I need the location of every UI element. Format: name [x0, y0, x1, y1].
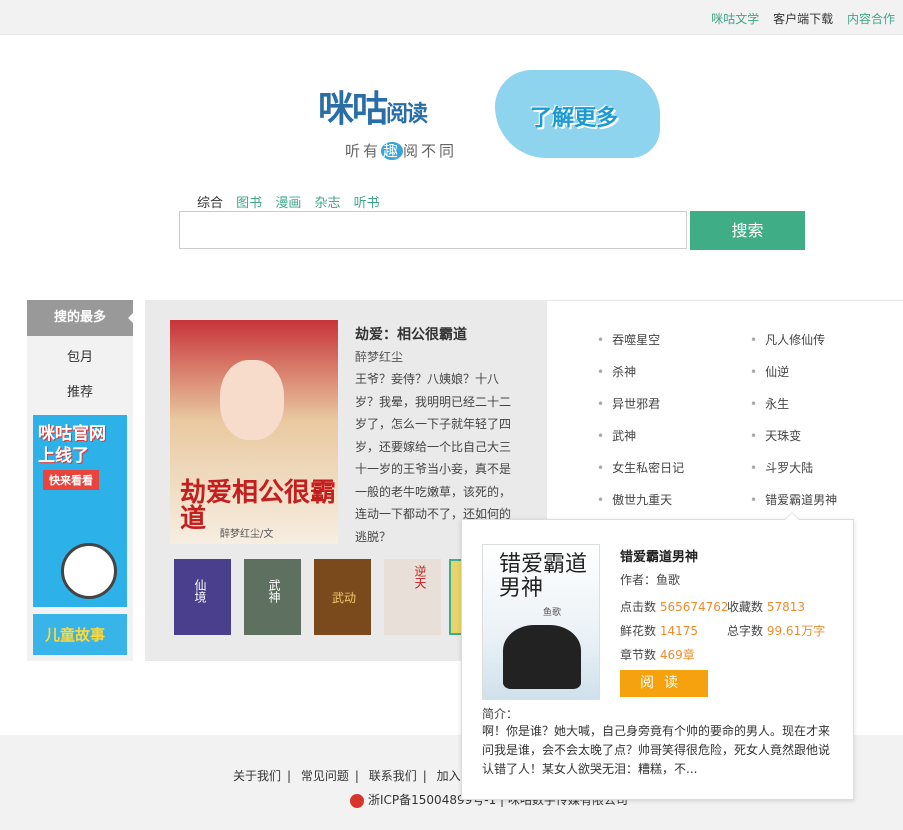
kids-ad-label: 儿童故事 — [45, 626, 106, 644]
thumb-label: 武动 — [332, 591, 357, 605]
popup-book-title[interactable]: 错爱霸道男神 — [620, 546, 698, 565]
ranking-item[interactable]: 错爱霸道男神 — [750, 491, 837, 508]
ranking-item[interactable]: 傲世九重天 — [597, 491, 672, 508]
slogan-part-3: 阅不同 — [403, 142, 458, 160]
clicks-label: 点击数 — [620, 600, 657, 614]
slogan-part-1: 听有 — [345, 142, 382, 160]
book-thumb-1[interactable]: 仙境 — [174, 559, 231, 635]
popup-author[interactable]: 鱼歌 — [656, 573, 680, 587]
top-links: 咪咕文学 客户端下载 内容合作 — [701, 10, 895, 27]
search-input[interactable] — [179, 211, 687, 249]
featured-book-author[interactable]: 醉梦红尘 — [355, 348, 403, 365]
logo-text-brand: 咪咕 — [318, 89, 388, 130]
word-count-label: 总字数 — [727, 624, 764, 638]
thumb-label: 武神 — [267, 579, 281, 603]
book-thumb-4[interactable]: 逆天 — [384, 559, 441, 635]
popup-book-cover[interactable]: 错爱霸道男神 鱼歌 — [482, 544, 600, 700]
footer-link-about[interactable]: 关于我们 — [233, 769, 281, 783]
mascot-icon — [61, 543, 117, 599]
thumb-label: 逆天 — [413, 565, 427, 589]
ranking-item[interactable]: 永生 — [750, 395, 789, 412]
clicks-value: 565674762 — [659, 600, 729, 614]
kids-story-ad-banner[interactable]: 儿童故事 — [33, 614, 127, 655]
search-tab-books[interactable]: 图书 — [236, 196, 262, 211]
favorites-value: 57813 — [766, 600, 806, 614]
popup-word-count: 总字数 99.61万字 — [727, 622, 825, 639]
slogan-part-2: 趣 — [381, 142, 404, 160]
ranking-item[interactable]: 异世邪君 — [597, 395, 660, 412]
thumb-label: 仙境 — [193, 579, 207, 603]
popup-chapters: 章节数 469章 — [620, 646, 695, 663]
flowers-label: 鲜花数 — [620, 624, 657, 638]
learn-more-label: 了解更多 — [530, 106, 619, 131]
popup-favorites: 收藏数 57813 — [727, 598, 805, 615]
word-count-value: 99.61万字 — [766, 624, 826, 638]
ad-line-1: 咪咕官网 — [38, 424, 106, 444]
police-emblem-icon — [350, 793, 364, 808]
ranking-item[interactable]: 仙逆 — [750, 363, 789, 380]
ranking-item[interactable]: 天珠变 — [750, 427, 801, 444]
book-intro: 啊！你是谁？她大喊，自己身旁竟有个帅的要命的男人。现在才来问我是谁，会不会太晚了… — [482, 724, 831, 776]
cover-illustration — [503, 625, 581, 689]
cover-illustration — [220, 360, 284, 440]
logo-text-read: 阅读 — [386, 102, 428, 127]
search-button[interactable]: 搜索 — [690, 211, 805, 250]
popup-author-line: 作者：鱼歌 — [620, 571, 680, 588]
top-link-client-download[interactable]: 客户端下载 — [773, 12, 833, 26]
learn-more-cloud-button[interactable]: 了解更多 — [495, 70, 660, 158]
search-tabs: 综合 图书 漫画 杂志 听书 — [197, 192, 389, 211]
book-detail-popup: 错爱霸道男神 鱼歌 错爱霸道男神 作者：鱼歌 点击数 565674762 收藏数… — [461, 512, 854, 800]
ranking-item[interactable]: 杀神 — [597, 363, 636, 380]
chapters-label: 章节数 — [620, 648, 657, 662]
search-tab-audiobooks[interactable]: 听书 — [354, 196, 380, 211]
popup-cover-author: 鱼歌 — [543, 608, 562, 618]
read-button[interactable]: 阅读 — [620, 670, 708, 697]
ranking-item[interactable]: 武神 — [597, 427, 636, 444]
footer-link-contact[interactable]: 联系我们 — [369, 769, 417, 783]
top-link-content-partner[interactable]: 内容合作 — [847, 12, 895, 26]
search-tab-comics[interactable]: 漫画 — [275, 196, 301, 211]
featured-book-cover[interactable]: 劫爱相公很霸道 醉梦红尘/文 — [170, 320, 338, 544]
ranking-item[interactable]: 女生私密日记 — [597, 459, 684, 476]
official-site-ad-banner[interactable]: 咪咕官网 上线了 快来看看 — [33, 415, 127, 607]
popup-author-label: 作者： — [620, 573, 657, 587]
featured-book-title[interactable]: 劫爱：相公很霸道 — [355, 324, 467, 344]
book-thumb-2[interactable]: 武神 — [244, 559, 301, 635]
book-thumb-3[interactable]: 武动 — [314, 559, 371, 635]
cover-author-text: 醉梦红尘/文 — [220, 529, 274, 540]
footer-link-faq[interactable]: 常见问题 — [301, 769, 349, 783]
top-link-migu-literature[interactable]: 咪咕文学 — [711, 12, 759, 26]
ad-badge: 快来看看 — [43, 470, 99, 490]
popup-clicks: 点击数 565674762 — [620, 598, 729, 615]
chapters-value: 469章 — [659, 648, 695, 662]
top-bar: 咪咕文学 客户端下载 内容合作 — [0, 0, 903, 35]
flowers-value: 14175 — [659, 624, 699, 638]
footer-links: 关于我们| 常见问题| 联系我们| 加入我们 — [233, 767, 485, 784]
logo-slogan: 听有趣阅不同 — [345, 140, 457, 161]
logo[interactable]: 咪咕阅读 — [318, 80, 428, 132]
popup-flowers: 鲜花数 14175 — [620, 622, 698, 639]
favorites-label: 收藏数 — [727, 600, 764, 614]
logo-area: 咪咕阅读 听有趣阅不同 了解更多 — [310, 70, 670, 165]
nav-item-monthly[interactable]: 包月 — [27, 346, 133, 365]
intro-label: 简介： — [482, 707, 519, 721]
search-tab-magazines[interactable]: 杂志 — [314, 196, 340, 211]
nav-item-recommend[interactable]: 推荐 — [27, 381, 133, 400]
ranking-item[interactable]: 斗罗大陆 — [750, 459, 813, 476]
search-tab-all[interactable]: 综合 — [197, 196, 223, 211]
popup-cover-title: 错爱霸道男神 — [499, 552, 588, 601]
ad-line-2: 上线了 — [38, 446, 89, 466]
left-nav: 搜的最多 包月 推荐 咪咕官网 上线了 快来看看 儿童故事 — [27, 300, 134, 661]
nav-item-most-searched[interactable]: 搜的最多 — [27, 300, 134, 336]
ranking-item[interactable]: 吞噬星空 — [597, 331, 660, 348]
ranking-item[interactable]: 凡人修仙传 — [750, 331, 825, 348]
